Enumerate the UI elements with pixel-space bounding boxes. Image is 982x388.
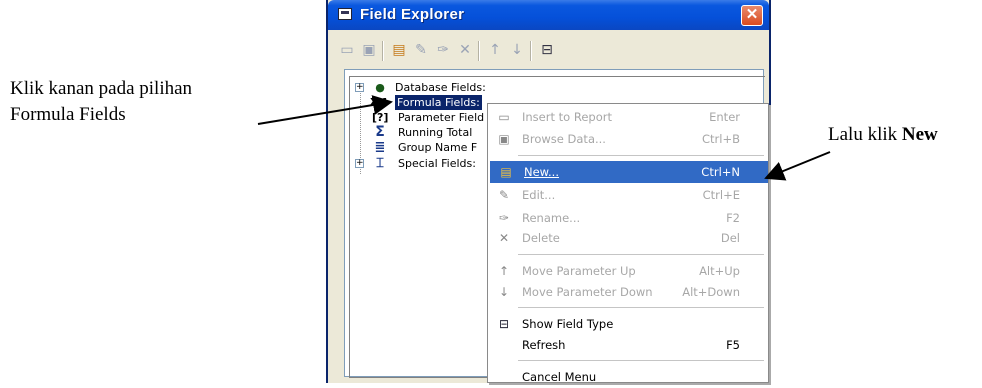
arrow-to-formula-fields bbox=[257, 95, 393, 125]
annotation-arrows bbox=[257, 95, 831, 181]
arrow-to-new bbox=[764, 151, 831, 181]
